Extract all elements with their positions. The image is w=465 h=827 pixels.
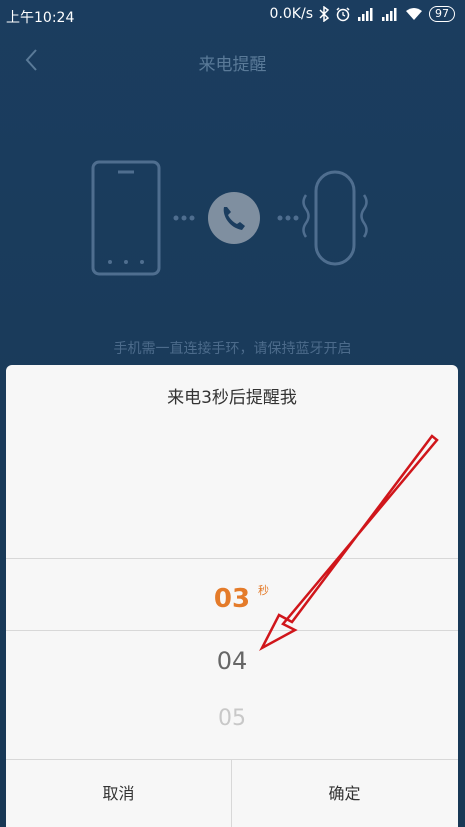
wifi-icon [406, 8, 422, 20]
alarm-icon [336, 7, 350, 22]
signal-icon [358, 8, 373, 21]
page-title: 来电提醒 [198, 55, 267, 75]
status-time: 上午10:24 [6, 10, 75, 26]
status-icons: 0.0K/s 97 [270, 6, 455, 22]
picker-separator [6, 558, 458, 559]
dialog-title: 来电3秒后提醒我 [6, 365, 458, 432]
picker-item-selected[interactable]: 03 [6, 584, 458, 614]
reminder-delay-dialog: 来电3秒后提醒我 03 秒 04 05 取消 确定 [6, 365, 458, 827]
picker-unit-label: 秒 [258, 584, 269, 597]
battery-indicator: 97 [429, 6, 455, 22]
signal-icon [382, 8, 397, 21]
band-vibrate-icon [302, 170, 368, 266]
confirm-button[interactable]: 确定 [232, 760, 457, 827]
picker-item[interactable]: 04 [6, 647, 458, 675]
picker-separator [6, 630, 458, 631]
phone-outline-icon [91, 160, 161, 276]
picker-item[interactable]: 05 [6, 706, 458, 731]
status-bar: 上午10:24 0.0K/s 97 [0, 0, 465, 32]
call-icon [208, 192, 260, 244]
cancel-button[interactable]: 取消 [6, 760, 231, 827]
seconds-picker[interactable]: 03 秒 04 05 [6, 431, 458, 759]
network-speed: 0.0K/s [269, 6, 313, 22]
illustration [91, 160, 368, 276]
dialog-button-row: 取消 确定 [6, 759, 458, 827]
hint-text: 手机需一直连接手环，请保持蓝牙开启 [113, 341, 352, 357]
bluetooth-icon [319, 6, 329, 22]
